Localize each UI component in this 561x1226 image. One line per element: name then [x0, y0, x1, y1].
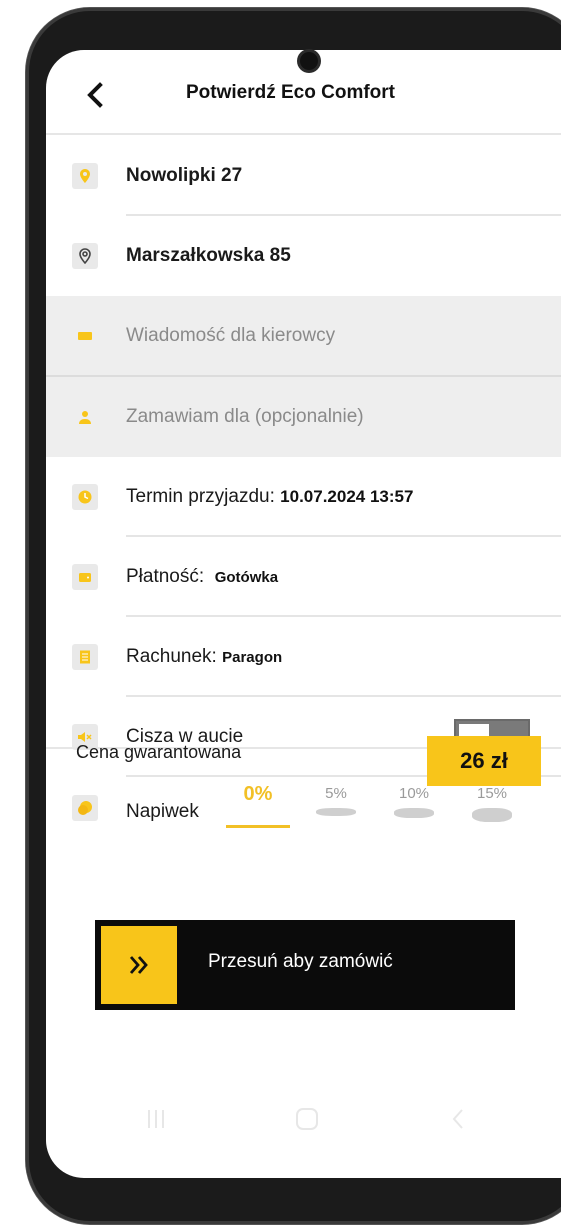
destination-row[interactable]: Marszałkowska 85 [46, 216, 561, 296]
tip-option-label: 15% [476, 785, 508, 802]
receipt-icon [72, 644, 98, 670]
tip-row: Napiwek 0% 5% 10% 15% [46, 777, 561, 847]
tip-selected-indicator [226, 825, 290, 828]
coin-stack-icon [472, 808, 512, 822]
page-title: Potwierdź Eco Comfort [186, 82, 396, 103]
clock-icon [72, 484, 98, 510]
tip-label: Napiwek [126, 801, 199, 822]
driver-message-field[interactable]: Wiadomość dla kierowcy [46, 296, 561, 376]
receipt-value: Paragon [222, 649, 283, 666]
slider-label: Przesuń aby zamówić [208, 951, 393, 972]
front-camera [300, 52, 318, 70]
payment-text: Płatność: Gotówka [126, 566, 278, 588]
coins-icon [72, 795, 98, 821]
price-value: 26 zł [427, 736, 541, 786]
location-pin-icon [72, 243, 98, 269]
recent-apps-icon[interactable] [146, 1106, 166, 1132]
coin-stack-icon [394, 808, 434, 818]
double-chevron-right-icon [129, 956, 148, 974]
arrival-time-row[interactable]: Termin przyjazdu: 10.07.2024 13:57 [46, 457, 561, 537]
arrival-label: Termin przyjazdu: [126, 486, 275, 507]
driver-message-placeholder: Wiadomość dla kierowcy [126, 325, 336, 346]
tip-option-0[interactable]: 0% [226, 783, 290, 828]
wallet-icon [72, 564, 98, 590]
tip-option-15[interactable]: 15% [464, 785, 520, 822]
pickup-row[interactable]: Nowolipki 27 [46, 136, 561, 216]
person-icon [72, 404, 98, 430]
receipt-text: Rachunek: Paragon [126, 646, 282, 668]
receipt-row[interactable]: Rachunek: Paragon [46, 617, 561, 697]
tip-option-5[interactable]: 5% [308, 785, 364, 816]
tip-option-label: 0% [243, 783, 273, 805]
order-for-placeholder: Zamawiam dla (opcjonalnie) [126, 406, 364, 427]
slide-to-order[interactable]: Przesuń aby zamówić [95, 920, 515, 1010]
coin-stack-icon [316, 808, 356, 816]
location-pin-icon [72, 163, 98, 189]
tip-option-label: 5% [325, 785, 347, 802]
arrival-value: 10.07.2024 13:57 [280, 487, 414, 506]
home-icon[interactable] [294, 1106, 320, 1132]
system-navbar [46, 1092, 561, 1152]
price-label: Cena gwarantowana [76, 742, 242, 762]
tip-option-label: 10% [398, 785, 430, 802]
arrival-time-text: Termin przyjazdu: 10.07.2024 13:57 [126, 486, 413, 508]
pickup-address: Nowolipki 27 [126, 165, 243, 186]
tip-option-10[interactable]: 10% [386, 785, 442, 818]
payment-row[interactable]: Płatność: Gotówka [46, 537, 561, 617]
destination-address: Marszałkowska 85 [126, 245, 291, 266]
slider-handle[interactable] [101, 926, 177, 1004]
payment-value: Gotówka [214, 569, 279, 586]
nav-back-icon[interactable] [450, 1106, 466, 1132]
payment-label: Płatność: [126, 566, 205, 587]
chevron-left-icon [87, 82, 103, 108]
divider [46, 133, 561, 135]
app-screen: Potwierdź Eco Comfort Nowolipki 27 Marsz… [46, 50, 561, 1178]
order-for-field[interactable]: Zamawiam dla (opcjonalnie) [46, 377, 561, 457]
chat-bubble-icon [72, 323, 98, 349]
back-button[interactable] [80, 80, 110, 110]
receipt-label: Rachunek: [126, 646, 217, 667]
